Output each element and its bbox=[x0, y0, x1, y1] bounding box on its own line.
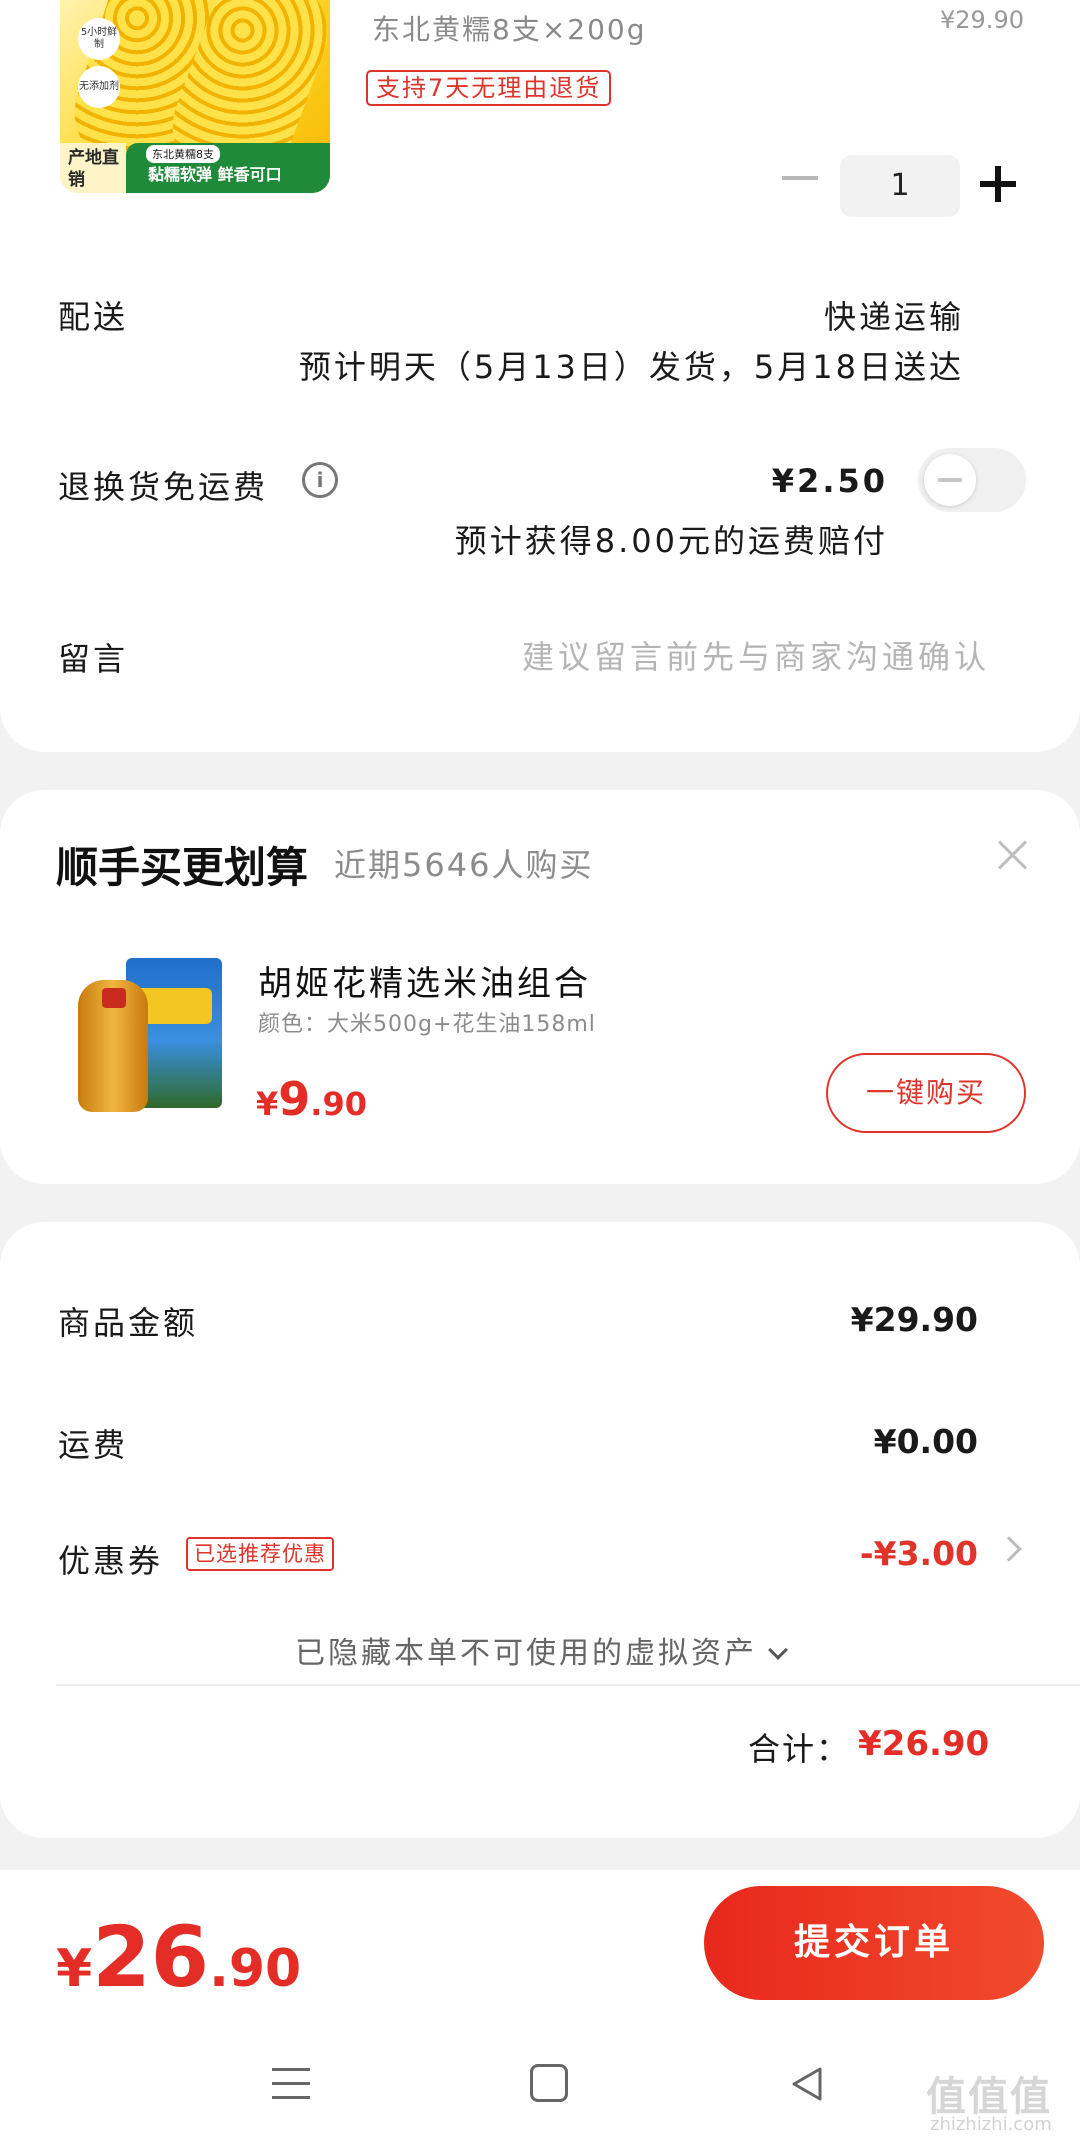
watermark-url: zhizhizhi.com bbox=[930, 2114, 1052, 2135]
total-label: 合计： bbox=[748, 1730, 851, 1768]
quantity-increase-button[interactable] bbox=[980, 166, 1016, 202]
image-badge-additive: 无添加剂 bbox=[78, 66, 120, 108]
order-confirm-page: 5小时鲜制 无添加剂 产地直销 东北黄糯8支 黏糯软弹 鲜香可口 东北黄糯8支×… bbox=[0, 0, 1080, 2148]
quantity-input[interactable]: 1 bbox=[840, 155, 960, 217]
goods-amount-label: 商品金额 bbox=[58, 1304, 199, 1342]
hidden-assets-toggle[interactable]: 已隐藏本单不可使用的虚拟资产 bbox=[0, 1628, 1080, 1672]
image-origin-label: 产地直销 bbox=[60, 143, 126, 193]
info-icon[interactable]: i bbox=[302, 462, 338, 498]
close-icon[interactable] bbox=[996, 838, 1030, 872]
image-slogan: 黏糯软弹 鲜香可口 bbox=[148, 165, 282, 184]
total-value: ¥26.90 bbox=[858, 1724, 990, 1764]
coupon-label: 优惠券 bbox=[58, 1542, 164, 1580]
return-policy-tag: 支持7天无理由退货 bbox=[366, 70, 612, 106]
submit-order-button[interactable]: 提交订单 bbox=[704, 1886, 1044, 2000]
product-price: ¥29.90 bbox=[940, 6, 1024, 34]
delivery-estimate: 预计明天（5月13日）发货，5月18日送达 bbox=[298, 348, 964, 386]
product-title[interactable]: 东北黄糯8支×200g bbox=[372, 8, 647, 48]
message-input[interactable]: 建议留言前先与商家沟通确认 bbox=[522, 632, 990, 678]
return-shipping-price: ¥2.50 bbox=[771, 462, 888, 500]
menu-icon[interactable] bbox=[272, 2068, 310, 2100]
quantity-decrease-button[interactable] bbox=[782, 176, 818, 180]
recommend-item-spec: 颜色：大米500g+花生油158ml bbox=[258, 1012, 596, 1037]
recommend-item-price: ¥9.90 bbox=[256, 1072, 367, 1126]
recommend-count: 近期5646人购买 bbox=[334, 846, 594, 884]
chevron-down-icon bbox=[768, 1640, 788, 1660]
coupon-recommended-tag: 已选推荐优惠 bbox=[186, 1537, 334, 1571]
product-image[interactable]: 5小时鲜制 无添加剂 产地直销 东北黄糯8支 黏糯软弹 鲜香可口 bbox=[60, 0, 330, 193]
return-shipping-note: 预计获得8.00元的运费赔付 bbox=[454, 522, 888, 560]
toggle-knob bbox=[924, 454, 976, 506]
home-icon[interactable] bbox=[530, 2064, 568, 2102]
goods-amount-value: ¥29.90 bbox=[850, 1300, 978, 1339]
coupon-value[interactable]: -¥3.00 bbox=[860, 1534, 978, 1573]
delivery-method[interactable]: 快递运输 bbox=[824, 292, 964, 338]
one-click-buy-button[interactable]: 一键购买 bbox=[826, 1053, 1026, 1133]
return-shipping-toggle[interactable] bbox=[918, 448, 1026, 512]
recommend-item-name[interactable]: 胡姬花精选米油组合 bbox=[258, 956, 591, 1005]
hidden-assets-text: 已隐藏本单不可使用的虚拟资产 bbox=[295, 1636, 757, 1671]
message-label: 留言 bbox=[58, 640, 129, 678]
pay-amount: ¥26.90 bbox=[56, 1908, 302, 2006]
return-shipping-label: 退换货免运费 bbox=[58, 468, 269, 506]
image-badge-fresh: 5小时鲜制 bbox=[78, 18, 120, 60]
divider bbox=[56, 1684, 1080, 1686]
recommend-title: 顺手买更划算 bbox=[56, 843, 309, 892]
delivery-label: 配送 bbox=[58, 298, 129, 336]
shipping-label: 运费 bbox=[58, 1426, 129, 1464]
shipping-value: ¥0.00 bbox=[873, 1422, 978, 1461]
back-icon[interactable] bbox=[790, 2066, 824, 2102]
recommend-item-image[interactable] bbox=[74, 958, 224, 1114]
